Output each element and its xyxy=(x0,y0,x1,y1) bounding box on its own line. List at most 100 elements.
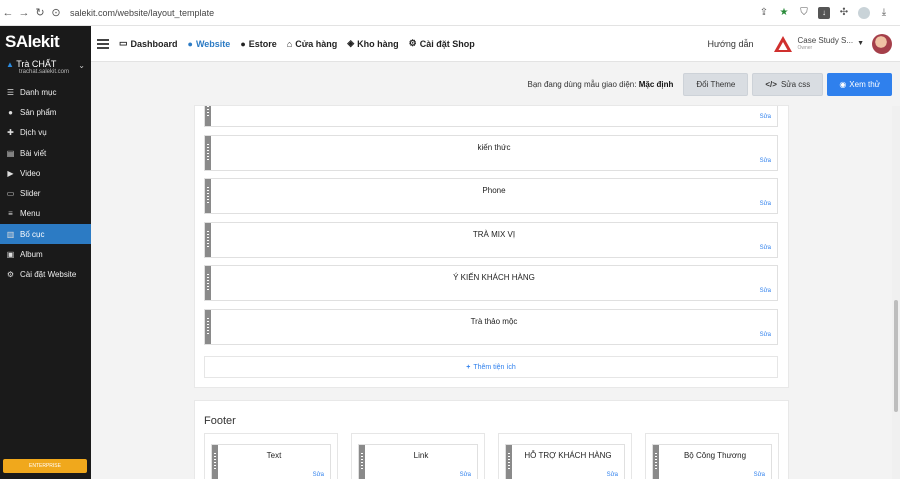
widget-edit-link[interactable]: Sửa xyxy=(760,114,771,120)
sidebar-item-2[interactable]: ✚ Dịch vụ xyxy=(0,123,91,143)
footer-widget[interactable]: Link Sửa xyxy=(358,444,478,479)
footer-widget-title: Link xyxy=(413,451,429,460)
layout-widget[interactable]: Phone Sửa xyxy=(204,178,778,214)
nav-link-4[interactable]: ◈ Kho hàng xyxy=(347,38,398,49)
drag-handle[interactable] xyxy=(205,266,211,300)
company-switcher[interactable]: Case Study S... Owner ▼ xyxy=(773,35,864,53)
template-info: Bạn đang dùng mẫu giao diện: Mặc định xyxy=(527,80,673,89)
preview-button[interactable]: ◉ Xem thử xyxy=(827,72,892,96)
add-widget-button[interactable]: + Thêm tiện ích xyxy=(204,356,778,378)
drag-handle[interactable] xyxy=(205,106,211,126)
widget-edit-link[interactable]: Sửa xyxy=(760,288,771,294)
footer-widget[interactable]: Text Sửa xyxy=(211,444,331,479)
sidebar-item-label: Bài viết xyxy=(20,148,47,158)
nav-link-5[interactable]: ⚙ Cài đặt Shop xyxy=(409,38,475,49)
back-icon[interactable]: ← xyxy=(0,7,16,19)
sidebar-item-6[interactable]: ≡ Menu xyxy=(0,204,91,224)
store-logo-icon: ▲ xyxy=(6,60,14,69)
sidebar-item-3[interactable]: ▤ Bài viết xyxy=(0,143,91,163)
sidebar-item-label: Menu xyxy=(20,209,41,219)
sidebar-item-7[interactable]: ▥ Bố cục xyxy=(0,224,91,245)
download-icon[interactable]: ⤓ xyxy=(878,7,890,19)
footer-widget-edit-link[interactable]: Sửa xyxy=(607,472,618,478)
nav-link-0[interactable]: ▭ Dashboard xyxy=(119,38,178,49)
sidebar-item-label: Sản phẩm xyxy=(20,107,57,117)
help-link[interactable]: Hướng dẫn xyxy=(708,39,754,49)
footer-title: Footer xyxy=(204,415,236,427)
sidebar-item-8[interactable]: ▣ Album xyxy=(0,244,91,264)
footer-widget-edit-link[interactable]: Sửa xyxy=(460,472,471,478)
scrollbar-thumb[interactable] xyxy=(894,300,898,412)
layout-widget[interactable]: Sửa xyxy=(204,106,778,127)
widget-edit-link[interactable]: Sửa xyxy=(760,332,771,338)
page-scrollbar[interactable] xyxy=(892,106,900,479)
reload-icon[interactable]: ↻ xyxy=(32,6,48,19)
nav-link-2[interactable]: ● Estore xyxy=(240,38,276,49)
nav-link-label: Website xyxy=(195,38,231,49)
sidebar-item-label: Video xyxy=(20,168,41,178)
change-theme-label: Đổi Theme xyxy=(696,79,736,89)
sidebar-item-9[interactable]: ⚙ Cài đặt Website xyxy=(0,265,91,285)
forward-icon[interactable]: → xyxy=(16,7,32,19)
template-name: Mặc định xyxy=(638,79,674,89)
chevron-down-icon: ⌄ xyxy=(78,61,85,70)
user-avatar[interactable] xyxy=(872,33,892,54)
drag-handle[interactable] xyxy=(205,179,211,213)
nav-link-3[interactable]: ⌂ Cửa hàng xyxy=(287,38,337,49)
sidebar-item-4[interactable]: ▶ Video xyxy=(0,163,91,183)
slider-icon: ▭ xyxy=(6,189,15,199)
edit-css-label: Sửa css xyxy=(780,79,811,89)
menu-icon: ≡ xyxy=(8,209,13,219)
footer-widget[interactable]: HỖ TRỢ KHÁCH HÀNG Sửa xyxy=(505,444,625,479)
company-logo-icon xyxy=(774,35,793,52)
edit-css-button[interactable]: </> Sửa css xyxy=(752,72,824,96)
list-icon: ☰ xyxy=(6,87,15,97)
article-icon: ▤ xyxy=(6,148,15,158)
layout-widget[interactable]: Trà thảo mộc Sửa xyxy=(204,308,778,345)
bookmark-star-icon[interactable]: ★ xyxy=(778,7,790,19)
layout-widget[interactable]: TRÀ MIX VỊ Sửa xyxy=(204,221,778,258)
sidebar-item-label: Bố cục xyxy=(20,229,45,239)
sidebar-item-label: Slider xyxy=(20,189,41,199)
eye-icon: ◉ xyxy=(839,79,847,89)
company-name: Case Study S... xyxy=(797,35,854,45)
extensions-icon[interactable]: ✣ xyxy=(838,7,850,19)
app-logo[interactable]: SAlekit xyxy=(0,26,91,56)
shield-icon[interactable]: ⛉ xyxy=(798,7,810,19)
nav-link-label: Dashboard xyxy=(130,38,178,49)
footer-widget-edit-link[interactable]: Sửa xyxy=(313,472,324,478)
nav-link-1[interactable]: ● Website xyxy=(188,38,231,49)
drag-handle[interactable] xyxy=(205,135,211,170)
widget-edit-link[interactable]: Sửa xyxy=(760,201,771,207)
download-box-icon[interactable]: ↓ xyxy=(818,6,830,19)
widget-edit-link[interactable]: Sửa xyxy=(760,158,771,164)
browser-actions: ⇪ ★ ⛉ ↓ ✣ ⤓ xyxy=(758,6,890,19)
footer-column: Link Sửa xyxy=(351,433,485,479)
sidebar-item-5[interactable]: ▭ Slider xyxy=(0,183,91,203)
layout-widget[interactable]: Ý KIẾN KHÁCH HÀNG Sửa xyxy=(204,265,778,301)
address-bar[interactable]: salekit.com/website/layout_template xyxy=(70,8,758,18)
caret-down-icon: ▼ xyxy=(857,40,864,47)
drag-handle[interactable] xyxy=(205,309,211,344)
nav-links: ▭ Dashboard ● Website ● Estore ⌂ Cửa hàng ◈ Kho h… xyxy=(119,38,485,49)
widget-title: Ý KIẾN KHÁCH HÀNG xyxy=(453,273,535,282)
code-icon: </> xyxy=(765,79,777,89)
footer-widget-edit-link[interactable]: Sửa xyxy=(754,472,765,478)
widget-title: TRÀ MIX VỊ xyxy=(472,229,516,239)
sidebar-item-1[interactable]: ● Sản phẩm xyxy=(0,102,91,122)
drag-handle[interactable] xyxy=(205,222,211,257)
store-switcher[interactable]: ▲ Trà CHẤT trachat.salekit.com ⌄ xyxy=(0,56,91,82)
layout-widget[interactable]: kiến thức Sửa xyxy=(204,134,778,171)
nav-link-label: Estore xyxy=(248,38,277,49)
share-icon[interactable]: ⇪ xyxy=(758,7,770,19)
enterprise-badge[interactable]: ENTERPRISE xyxy=(3,459,87,473)
widget-edit-link[interactable]: Sửa xyxy=(760,245,771,251)
sidebar-item-0[interactable]: ☰ Danh mục xyxy=(0,82,91,102)
nav-link-label: Cài đặt Shop xyxy=(419,38,475,49)
layout-icon: ▥ xyxy=(6,229,15,239)
footer-widget[interactable]: Bộ Công Thương Sửa xyxy=(652,444,772,479)
change-theme-button[interactable]: Đổi Theme xyxy=(683,72,749,96)
hamburger-menu-icon[interactable] xyxy=(97,37,109,51)
lock-icon[interactable]: ⊙ xyxy=(48,6,64,19)
profile-avatar-icon[interactable] xyxy=(858,6,870,19)
